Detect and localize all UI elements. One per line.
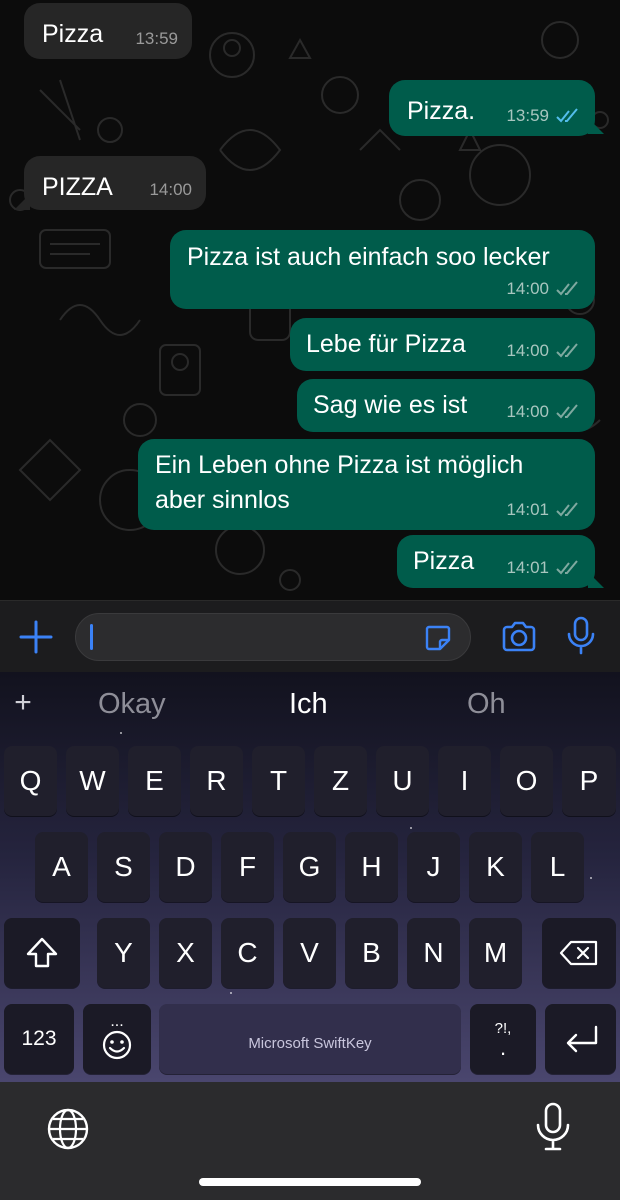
microphone-icon[interactable] bbox=[566, 616, 596, 656]
key[interactable]: J bbox=[407, 832, 460, 902]
message-text: Sag wie es ist bbox=[313, 391, 468, 419]
key[interactable]: M bbox=[469, 918, 522, 988]
globe-icon[interactable] bbox=[45, 1106, 91, 1152]
message-time: 14:01 bbox=[506, 558, 549, 577]
punctuation-key-bottom: . bbox=[499, 1035, 507, 1060]
message-bubble-incoming[interactable]: PIZZA 14:00 bbox=[24, 156, 206, 210]
key[interactable]: P bbox=[562, 746, 616, 816]
key[interactable]: T bbox=[252, 746, 305, 816]
sticker-icon[interactable] bbox=[424, 624, 452, 652]
system-keyboard-bar bbox=[0, 1082, 620, 1200]
home-indicator[interactable] bbox=[199, 1178, 421, 1186]
key[interactable]: G bbox=[283, 832, 336, 902]
emoji-icon bbox=[102, 1030, 132, 1060]
message-text: PIZZA bbox=[42, 173, 113, 201]
key[interactable]: E bbox=[128, 746, 181, 816]
backspace-key[interactable] bbox=[542, 918, 616, 988]
message-bubble-outgoing[interactable]: Sag wie es ist 14:00 bbox=[297, 379, 595, 432]
delivered-ticks-icon bbox=[556, 560, 578, 575]
space-key-label: Microsoft SwiftKey bbox=[248, 1035, 372, 1052]
return-key[interactable] bbox=[545, 1004, 616, 1074]
message-bubble-incoming[interactable]: Pizza 13:59 bbox=[24, 3, 192, 59]
message-text: Pizza ist auch einfach soo lecker bbox=[187, 243, 550, 271]
return-icon bbox=[566, 1025, 597, 1053]
suggestion-left[interactable]: Okay bbox=[98, 688, 166, 721]
key[interactable]: O bbox=[500, 746, 553, 816]
camera-icon[interactable] bbox=[500, 618, 538, 656]
message-time: 14:00 bbox=[506, 279, 549, 298]
emoji-key-dots: ... bbox=[110, 1013, 124, 1030]
message-bubble-outgoing[interactable]: Pizza 14:01 bbox=[397, 535, 595, 588]
message-meta: 13:59 bbox=[506, 106, 581, 126]
microphone-icon[interactable] bbox=[535, 1102, 571, 1152]
message-text: Pizza. bbox=[407, 97, 476, 125]
message-time: 14:01 bbox=[506, 500, 549, 519]
message-time: 13:59 bbox=[135, 29, 178, 48]
key[interactable]: C bbox=[221, 918, 274, 988]
key[interactable]: B bbox=[345, 918, 398, 988]
chat-area[interactable]: Pizza 13:59 Pizza. 13:59 PIZZA 14:00 Piz… bbox=[0, 0, 620, 600]
bubble-tail bbox=[588, 118, 604, 134]
backspace-icon bbox=[559, 940, 598, 966]
key[interactable]: K bbox=[469, 832, 522, 902]
key[interactable]: I bbox=[438, 746, 491, 816]
key[interactable]: X bbox=[159, 918, 212, 988]
key[interactable]: Z bbox=[314, 746, 367, 816]
bubble-tail bbox=[14, 194, 30, 210]
key[interactable]: U bbox=[376, 746, 429, 816]
message-text: Ein Leben ohne Pizza ist möglich aber si… bbox=[155, 451, 524, 514]
message-meta: 14:00 bbox=[506, 402, 581, 422]
message-meta: 14:01 bbox=[506, 558, 581, 578]
message-time: 14:00 bbox=[506, 402, 549, 421]
plus-icon[interactable] bbox=[18, 619, 54, 655]
key[interactable]: H bbox=[345, 832, 398, 902]
emoji-key[interactable]: ... bbox=[83, 1004, 151, 1074]
text-caret bbox=[90, 624, 93, 650]
message-time: 14:00 bbox=[149, 180, 192, 199]
message-bubble-outgoing[interactable]: Ein Leben ohne Pizza ist möglich aber si… bbox=[138, 439, 595, 530]
read-ticks-icon bbox=[556, 108, 578, 123]
message-text: Pizza bbox=[42, 20, 104, 48]
message-bubble-outgoing[interactable]: Lebe für Pizza 14:00 bbox=[290, 318, 595, 371]
suggestion-right[interactable]: Oh bbox=[467, 688, 506, 721]
message-bubble-outgoing[interactable]: Pizza. 13:59 bbox=[389, 80, 595, 136]
message-meta: 14:00 bbox=[149, 180, 192, 200]
swiftkey-keyboard: + Okay Ich Oh Q W E R T Z U I O P A S D … bbox=[0, 672, 620, 1082]
numbers-key[interactable]: 123 bbox=[4, 1004, 74, 1074]
bubble-tail bbox=[588, 572, 604, 588]
message-input[interactable] bbox=[75, 613, 471, 661]
key[interactable]: F bbox=[221, 832, 274, 902]
key[interactable]: N bbox=[407, 918, 460, 988]
message-composer bbox=[0, 600, 620, 673]
key[interactable]: Q bbox=[4, 746, 57, 816]
message-meta: 13:59 bbox=[135, 29, 178, 49]
key[interactable]: L bbox=[531, 832, 584, 902]
delivered-ticks-icon bbox=[556, 404, 578, 419]
message-time: 13:59 bbox=[506, 106, 549, 125]
delivered-ticks-icon bbox=[556, 502, 578, 517]
message-text: Pizza bbox=[413, 547, 475, 575]
key[interactable]: W bbox=[66, 746, 119, 816]
delivered-ticks-icon bbox=[556, 281, 578, 296]
shift-key[interactable] bbox=[4, 918, 80, 988]
message-bubble-outgoing[interactable]: Pizza ist auch einfach soo lecker 14:00 bbox=[170, 230, 595, 309]
message-text: Lebe für Pizza bbox=[306, 330, 466, 358]
punctuation-key[interactable]: ?!, . bbox=[470, 1004, 536, 1074]
message-meta: 14:00 bbox=[506, 341, 581, 361]
suggestion-center[interactable]: Ich bbox=[289, 688, 328, 721]
shift-icon bbox=[26, 937, 58, 968]
key[interactable]: V bbox=[283, 918, 336, 988]
space-key[interactable]: Microsoft SwiftKey bbox=[159, 1004, 461, 1074]
key[interactable]: Y bbox=[97, 918, 150, 988]
message-time: 14:00 bbox=[506, 341, 549, 360]
toolbar-expand-icon[interactable]: + bbox=[10, 688, 36, 718]
key[interactable]: A bbox=[35, 832, 88, 902]
message-meta: 14:00 bbox=[506, 279, 581, 299]
message-meta: 14:01 bbox=[506, 500, 581, 520]
key[interactable]: S bbox=[97, 832, 150, 902]
key[interactable]: R bbox=[190, 746, 243, 816]
delivered-ticks-icon bbox=[556, 343, 578, 358]
key[interactable]: D bbox=[159, 832, 212, 902]
